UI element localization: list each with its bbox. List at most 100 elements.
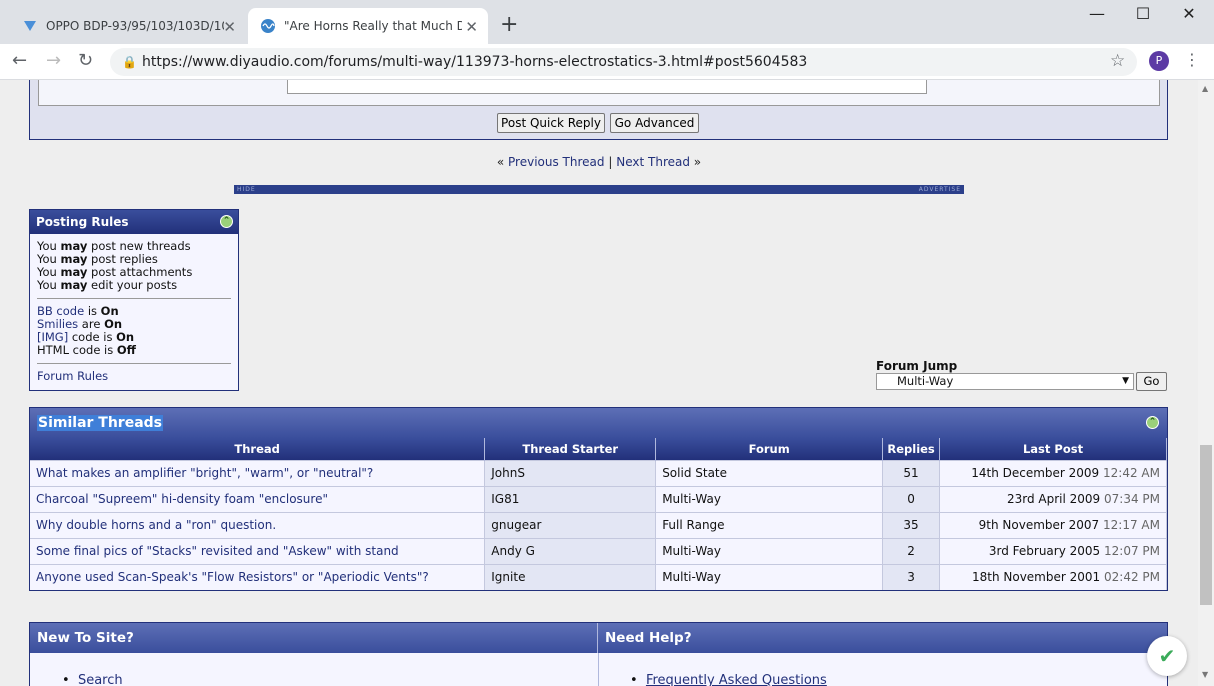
tab-title: "Are Horns Really that Much Diff — [284, 19, 462, 33]
smilies-link[interactable]: Smilies — [37, 317, 78, 331]
security-shield-icon[interactable]: ✔ — [1147, 636, 1187, 676]
forum-name[interactable]: Solid State — [655, 459, 884, 486]
thread-link[interactable]: Some final pics of "Stacks" revisited an… — [30, 537, 486, 564]
thread-starter[interactable]: JohnS — [484, 459, 657, 486]
quick-reply-editor[interactable] — [38, 80, 1160, 106]
table-row: What makes an amplifier "bright", "warm"… — [30, 459, 1167, 486]
profile-avatar[interactable]: P — [1149, 51, 1169, 71]
thread-link[interactable]: What makes an amplifier "bright", "warm"… — [30, 459, 486, 486]
oppo-favicon-icon — [22, 18, 38, 34]
forum-rules-link[interactable]: Forum Rules — [37, 369, 108, 383]
col-thread-starter[interactable]: Thread Starter — [484, 438, 657, 460]
address-bar[interactable]: 🔒 https://www.diyaudio.com/forums/multi-… — [110, 48, 1137, 76]
thread-starter[interactable]: Ignite — [484, 563, 657, 590]
page-content: Post Quick Reply Go Advanced « Previous … — [0, 80, 1198, 686]
last-post: 23rd April 2009 07:34 PM — [939, 485, 1167, 512]
perm-line: You may edit your posts — [37, 278, 178, 292]
close-window-icon[interactable]: ✕ — [1166, 4, 1212, 23]
thread-link[interactable]: Charcoal "Supreem" hi-density foam "encl… — [30, 485, 486, 512]
posting-rules-header: Posting Rules ⌃ — [30, 210, 238, 234]
go-advanced-button[interactable]: Go Advanced — [610, 113, 699, 133]
forum-jump-value: Multi-Way — [897, 374, 954, 388]
scroll-up-icon[interactable]: ▲ — [1202, 84, 1208, 93]
right-quote: » — [693, 155, 702, 169]
forum-name[interactable]: Full Range — [655, 511, 884, 538]
back-icon[interactable]: ← — [12, 50, 27, 71]
col-last-post[interactable]: Last Post — [939, 438, 1167, 460]
collapse-icon[interactable]: ⌃ — [220, 215, 233, 228]
tab-oppo[interactable]: OPPO BDP-93/95/103/103D/105 ✕ — [8, 8, 246, 44]
diyaudio-favicon-icon — [260, 18, 276, 34]
new-to-site-header: New To Site? — [30, 623, 598, 653]
post-quick-reply-button[interactable]: Post Quick Reply — [497, 113, 605, 133]
quick-reply-textarea[interactable] — [287, 80, 927, 94]
browser-chrome: OPPO BDP-93/95/103/103D/105 ✕ "Are Horns… — [0, 0, 1214, 80]
col-replies[interactable]: Replies — [882, 438, 941, 460]
replies-count: 3 — [882, 563, 941, 590]
similar-threads-table: Thread Thread Starter Forum Replies Last… — [30, 438, 1167, 590]
tab-strip: OPPO BDP-93/95/103/103D/105 ✕ "Are Horns… — [0, 0, 1214, 44]
previous-thread-link[interactable]: Previous Thread — [508, 155, 605, 169]
page-scrollbar[interactable]: ▲ ▼ — [1198, 80, 1214, 686]
quick-reply-box: Post Quick Reply Go Advanced — [29, 80, 1168, 140]
forum-jump-go-button[interactable]: Go — [1136, 372, 1167, 391]
browser-toolbar: ← → ↻ 🔒 https://www.diyaudio.com/forums/… — [0, 44, 1214, 80]
divider — [37, 298, 231, 299]
scrollbar-thumb[interactable] — [1200, 445, 1212, 605]
bb-code-link[interactable]: BB code — [37, 304, 84, 318]
ad-bar: HIDE ADVERTISE — [234, 185, 964, 194]
thread-link[interactable]: Anyone used Scan-Speak's "Flow Resistors… — [30, 563, 486, 590]
minimize-icon[interactable]: — — [1074, 4, 1120, 23]
code-line: HTML code is Off — [37, 343, 136, 357]
lock-icon: 🔒 — [122, 55, 137, 69]
thread-starter[interactable]: IG81 — [484, 485, 657, 512]
last-post: 14th December 2009 12:42 AM — [939, 459, 1167, 486]
posting-rules-title: Posting Rules — [36, 215, 129, 229]
collapse-icon[interactable]: ⌃ — [1146, 416, 1159, 429]
url-text: https://www.diyaudio.com/forums/multi-wa… — [142, 54, 808, 70]
forum-name[interactable]: Multi-Way — [655, 485, 884, 512]
divider — [37, 363, 231, 364]
img-code-link[interactable]: [IMG] — [37, 330, 68, 344]
thread-navigation: « Previous Thread | Next Thread » — [0, 155, 1198, 169]
dropdown-arrow-icon: ▼ — [1122, 376, 1129, 386]
next-thread-link[interactable]: Next Thread — [616, 155, 690, 169]
kebab-menu-icon[interactable]: ⋮ — [1184, 50, 1200, 69]
maximize-icon[interactable]: ☐ — [1120, 4, 1166, 23]
col-thread[interactable]: Thread — [30, 438, 486, 460]
close-tab-icon[interactable]: ✕ — [223, 18, 236, 36]
search-list-item: • Search — [62, 673, 123, 686]
col-forum[interactable]: Forum — [655, 438, 884, 460]
tab-active-horns[interactable]: "Are Horns Really that Much Diff ✕ — [248, 8, 488, 44]
new-tab-icon[interactable]: + — [500, 12, 518, 37]
similar-threads-panel: Similar Threads ⌃ Thread Thread Starter … — [29, 407, 1168, 591]
reload-icon[interactable]: ↻ — [78, 50, 93, 71]
search-link[interactable]: Search — [78, 673, 123, 686]
close-tab-icon[interactable]: ✕ — [465, 18, 478, 36]
forum-name[interactable]: Multi-Way — [655, 537, 884, 564]
posting-rules-body: You may post new threads You may post re… — [30, 234, 238, 389]
left-quote: « — [496, 155, 505, 169]
hide-ad-link[interactable]: HIDE — [237, 185, 256, 194]
thread-starter[interactable]: gnugear — [484, 511, 657, 538]
last-post: 9th November 2007 12:17 AM — [939, 511, 1167, 538]
nav-separator: | — [608, 155, 613, 169]
footer-panels: New To Site? Need Help? • Search • Frequ… — [29, 622, 1168, 686]
replies-count: 35 — [882, 511, 941, 538]
table-row: Why double horns and a "ron" question. g… — [30, 511, 1167, 538]
footer-divider — [598, 653, 599, 686]
forward-icon[interactable]: → — [46, 50, 61, 71]
scroll-down-icon[interactable]: ▼ — [1202, 670, 1208, 679]
forum-jump-select[interactable]: Multi-Way ▼ — [876, 373, 1134, 390]
forum-name[interactable]: Multi-Way — [655, 563, 884, 590]
posting-rules-panel: Posting Rules ⌃ You may post new threads… — [29, 209, 239, 391]
table-row: Some final pics of "Stacks" revisited an… — [30, 537, 1167, 564]
advertise-link[interactable]: ADVERTISE — [919, 185, 961, 194]
faq-link[interactable]: Frequently Asked Questions — [646, 673, 827, 686]
similar-threads-title: Similar Threads — [37, 415, 164, 431]
table-row: Anyone used Scan-Speak's "Flow Resistors… — [30, 563, 1167, 590]
thread-starter[interactable]: Andy G — [484, 537, 657, 564]
tab-title: OPPO BDP-93/95/103/103D/105 — [46, 19, 224, 33]
bookmark-star-icon[interactable]: ☆ — [1110, 51, 1125, 71]
thread-link[interactable]: Why double horns and a "ron" question. — [30, 511, 486, 538]
